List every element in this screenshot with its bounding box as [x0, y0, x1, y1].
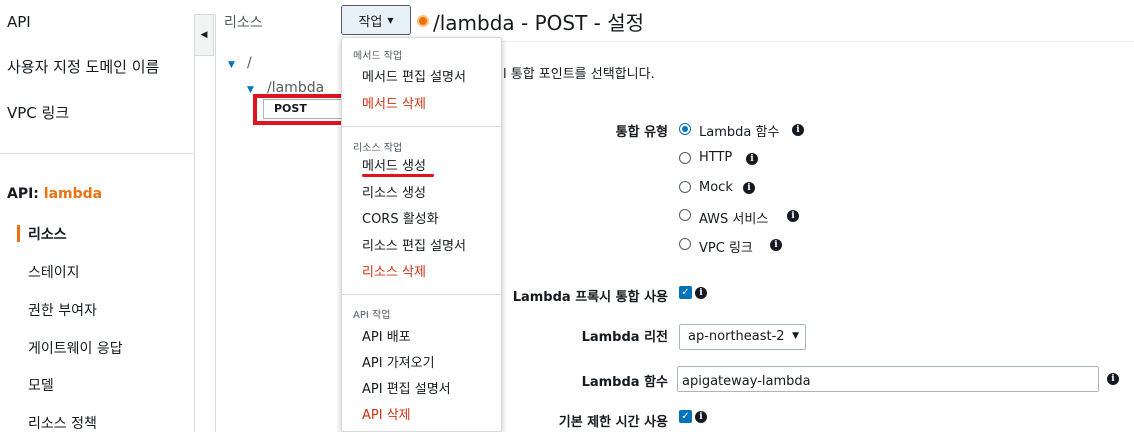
menu-item-edit-resource-docs[interactable]: 리소스 편집 설명서	[362, 235, 466, 254]
radio-vpc-link[interactable]	[679, 238, 691, 250]
lambda-function-input[interactable]	[677, 366, 1099, 392]
post-highlight-box	[253, 94, 349, 125]
resource-panel-border	[194, 14, 216, 432]
menu-item-edit-api-docs[interactable]: API 편집 설명서	[362, 378, 451, 397]
chevron-left-icon: ◀	[200, 30, 208, 40]
radio-lambda-function[interactable]	[679, 123, 691, 135]
lambda-region-value: ap-northeast-2	[688, 329, 785, 344]
info-icon[interactable]: i	[695, 287, 707, 299]
menu-item-delete-method[interactable]: 메서드 삭제	[362, 93, 426, 112]
nav-item-authorizers[interactable]: 권한 부여자	[28, 300, 97, 320]
info-icon[interactable]: i	[787, 210, 799, 222]
menu-item-deploy-api[interactable]: API 배포	[362, 326, 411, 345]
default-timeout-checkbox[interactable]: ✓	[679, 410, 692, 423]
chevron-down-icon: ▼	[792, 331, 799, 341]
nav-item-stages[interactable]: 스테이지	[28, 262, 80, 282]
caret-down-icon[interactable]: ▼	[228, 60, 235, 70]
dropdown-section-api-actions: API 작업	[353, 310, 391, 321]
radio-label-aws-service[interactable]: AWS 서비스	[699, 208, 768, 227]
menu-item-create-resource[interactable]: 리소스 생성	[362, 182, 426, 201]
actions-button[interactable]: 작업 ▼	[341, 5, 411, 35]
info-icon[interactable]: i	[695, 411, 707, 423]
info-icon[interactable]: i	[743, 182, 755, 194]
radio-label-mock[interactable]: Mock	[699, 180, 733, 195]
lambda-region-label: Lambda 리전	[581, 330, 668, 345]
method-title: /lambda - POST - 설정	[433, 11, 645, 35]
api-title-prefix: API:	[7, 186, 39, 202]
active-indicator	[17, 225, 20, 242]
info-icon[interactable]: i	[1107, 373, 1119, 385]
nav-item-custom-domains[interactable]: 사용자 지정 도메인 이름	[7, 56, 159, 77]
radio-mock[interactable]	[679, 181, 691, 193]
menu-item-delete-api[interactable]: API 삭제	[362, 404, 411, 423]
left-sidebar: API 사용자 지정 도메인 이름 VPC 링크 API: lambda 리소스…	[0, 0, 194, 432]
menu-item-create-method[interactable]: 메서드 생성	[362, 155, 426, 174]
intro-text: l 통합 포인트를 선택합니다.	[503, 67, 655, 82]
nav-item-api[interactable]: API	[7, 13, 31, 31]
integration-type-label: 통합 유형	[615, 125, 668, 140]
radio-label-vpc-link[interactable]: VPC 링크	[699, 237, 753, 256]
dropdown-separator	[342, 294, 501, 295]
radio-label-lambda-function[interactable]: Lambda 함수	[699, 121, 779, 140]
actions-dropdown-menu: 메서드 작업 메서드 편집 설명서 메서드 삭제 리소스 작업 메서드 생성 리…	[341, 37, 502, 432]
dropdown-section-resource-actions: 리소스 작업	[353, 143, 403, 154]
menu-item-enable-cors[interactable]: CORS 활성화	[362, 208, 439, 227]
create-method-underline	[362, 174, 434, 177]
proxy-integration-label: Lambda 프록시 통합 사용	[512, 290, 668, 305]
nav-divider	[0, 153, 193, 154]
radio-http[interactable]	[679, 152, 691, 164]
caret-down-icon: ▼	[387, 15, 394, 25]
tree-node-root[interactable]: /	[247, 55, 252, 71]
radio-label-http[interactable]: HTTP	[699, 150, 732, 165]
menu-item-edit-method-docs[interactable]: 메서드 편집 설명서	[362, 66, 466, 85]
proxy-integration-checkbox[interactable]: ✓	[679, 286, 692, 299]
method-status-icon	[417, 15, 429, 27]
nav-item-vpc-links[interactable]: VPC 링크	[7, 102, 69, 123]
nav-item-models[interactable]: 모델	[28, 375, 54, 395]
actions-button-label: 작업	[358, 14, 383, 30]
title-divider	[412, 41, 1134, 42]
api-name[interactable]: lambda	[44, 186, 102, 202]
api-title: API: lambda	[7, 186, 102, 202]
nav-item-resource-policy[interactable]: 리소스 정책	[28, 413, 97, 432]
info-icon[interactable]: i	[746, 153, 758, 165]
info-icon[interactable]: i	[792, 124, 804, 136]
lambda-function-label: Lambda 함수	[581, 375, 668, 390]
resources-header: 리소스	[224, 15, 263, 31]
menu-item-import-api[interactable]: API 가져오기	[362, 352, 435, 371]
lambda-region-select[interactable]: ap-northeast-2 ▼	[679, 324, 806, 350]
info-icon[interactable]: i	[770, 239, 782, 251]
nav-item-gateway-responses[interactable]: 게이트웨이 응답	[28, 338, 123, 358]
menu-item-delete-resource[interactable]: 리소스 삭제	[362, 261, 426, 280]
dropdown-separator	[342, 126, 501, 127]
collapse-sidebar-button[interactable]: ◀	[194, 14, 214, 56]
radio-aws-service[interactable]	[679, 209, 691, 221]
default-timeout-label: 기본 제한 시간 사용	[558, 415, 668, 430]
dropdown-section-method-actions: 메서드 작업	[353, 51, 403, 62]
nav-item-resources[interactable]: 리소스	[28, 224, 67, 244]
